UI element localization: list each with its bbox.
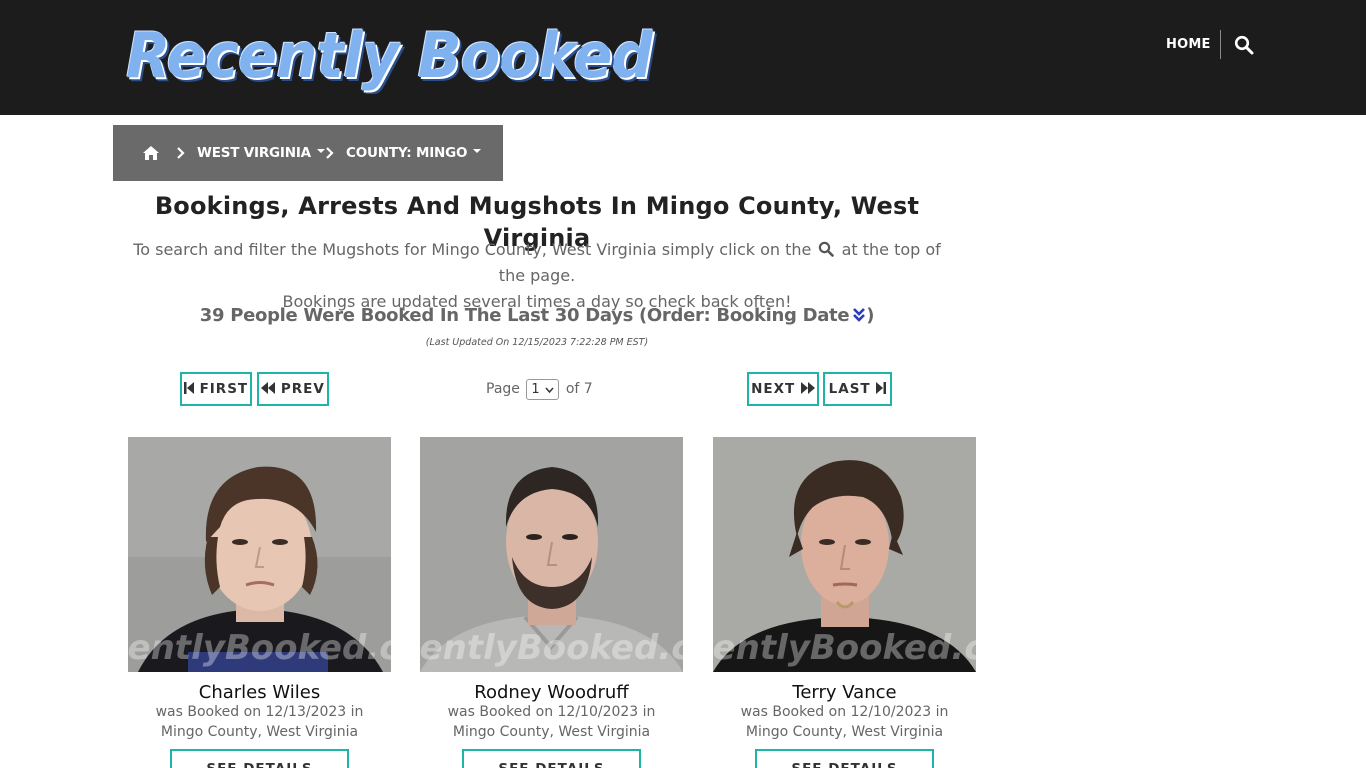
booking-location-line: Mingo County, West Virginia (745, 724, 944, 740)
prev-page-button[interactable]: PREV (257, 372, 329, 406)
step-backward-icon (183, 382, 194, 394)
breadcrumb-county-label: COUNTY: MINGO (346, 145, 468, 161)
page-total: of 7 (565, 381, 593, 397)
breadcrumb-state[interactable]: WEST VIRGINIA (197, 144, 325, 162)
see-details-button[interactable]: SEE DETAILS (462, 749, 641, 768)
booking-location-line: Mingo County, West Virginia (160, 724, 359, 740)
booking-count: 39 People Were Booked In The Last 30 Day… (128, 304, 946, 328)
site-header: Recently Booked HOME (0, 0, 1366, 115)
intro-text-before: To search and filter the Mugshots for Mi… (133, 240, 812, 259)
booking-date-line: was Booked on 12/13/2023 in (155, 704, 364, 720)
booking-info: was Booked on 12/13/2023 in Mingo County… (128, 702, 391, 742)
caret-down-icon (316, 149, 325, 153)
double-chevron-down-icon[interactable] (852, 306, 866, 322)
page-select-value: 1 (531, 381, 540, 397)
fast-forward-icon (800, 382, 815, 394)
chevron-right-icon (325, 145, 335, 161)
watermark: RecentlyBooked.com (128, 628, 391, 668)
last-page-label: LAST (828, 381, 871, 397)
booking-card: RecentlyBooked.com Charles Wiles was Boo… (128, 437, 391, 768)
booking-count-close: ) (866, 305, 875, 326)
booking-info: was Booked on 12/10/2023 in Mingo County… (713, 702, 976, 742)
search-icon (818, 239, 835, 257)
chevron-right-icon (176, 145, 186, 161)
booking-count-text: 39 People Were Booked In The Last 30 Day… (199, 305, 850, 326)
breadcrumb-state-label: WEST VIRGINIA (197, 145, 311, 161)
step-forward-icon (876, 382, 887, 394)
nav-home-link[interactable]: HOME (1166, 36, 1211, 54)
mugshot-photo[interactable]: RecentlyBooked.com (420, 437, 683, 672)
watermark: RecentlyBooked.com (713, 628, 976, 668)
intro-line-1: To search and filter the Mugshots for Mi… (118, 237, 956, 289)
first-page-button[interactable]: FIRST (180, 372, 252, 406)
next-page-button[interactable]: NEXT (747, 372, 819, 406)
see-details-button[interactable]: SEE DETAILS (170, 749, 349, 768)
page-label: Page (486, 381, 520, 397)
page-indicator: Page 1 of 7 (486, 377, 593, 401)
breadcrumb: WEST VIRGINIA COUNTY: MINGO (113, 125, 503, 181)
chevron-down-icon (545, 387, 554, 393)
next-page-label: NEXT (751, 381, 796, 397)
booking-date-line: was Booked on 12/10/2023 in (740, 704, 949, 720)
fast-backward-icon (261, 382, 276, 394)
search-icon[interactable] (1234, 35, 1254, 55)
mugshot-photo[interactable]: RecentlyBooked.com (713, 437, 976, 672)
booking-card: RecentlyBooked.com Terry Vance was Booke… (713, 437, 976, 768)
logo-text: Recently Booked (126, 19, 653, 92)
watermark: RecentlyBooked.com (420, 628, 683, 668)
site-logo[interactable]: Recently Booked (126, 18, 653, 94)
mugshot-photo[interactable]: RecentlyBooked.com (128, 437, 391, 672)
first-page-label: FIRST (199, 381, 249, 397)
nav-divider (1220, 30, 1221, 59)
last-updated: (Last Updated On 12/15/2023 7:22:28 PM E… (425, 337, 649, 348)
prev-page-label: PREV (280, 381, 325, 397)
last-page-button[interactable]: LAST (823, 372, 892, 406)
caret-down-icon (473, 149, 482, 153)
booking-card: RecentlyBooked.com Rodney Woodruff was B… (420, 437, 683, 768)
booking-info: was Booked on 12/10/2023 in Mingo County… (420, 702, 683, 742)
see-details-button[interactable]: SEE DETAILS (755, 749, 934, 768)
home-icon[interactable] (142, 144, 160, 162)
page-select[interactable]: 1 (526, 378, 560, 400)
booking-date-line: was Booked on 12/10/2023 in (447, 704, 656, 720)
breadcrumb-county[interactable]: COUNTY: MINGO (346, 144, 482, 162)
booking-location-line: Mingo County, West Virginia (452, 724, 651, 740)
